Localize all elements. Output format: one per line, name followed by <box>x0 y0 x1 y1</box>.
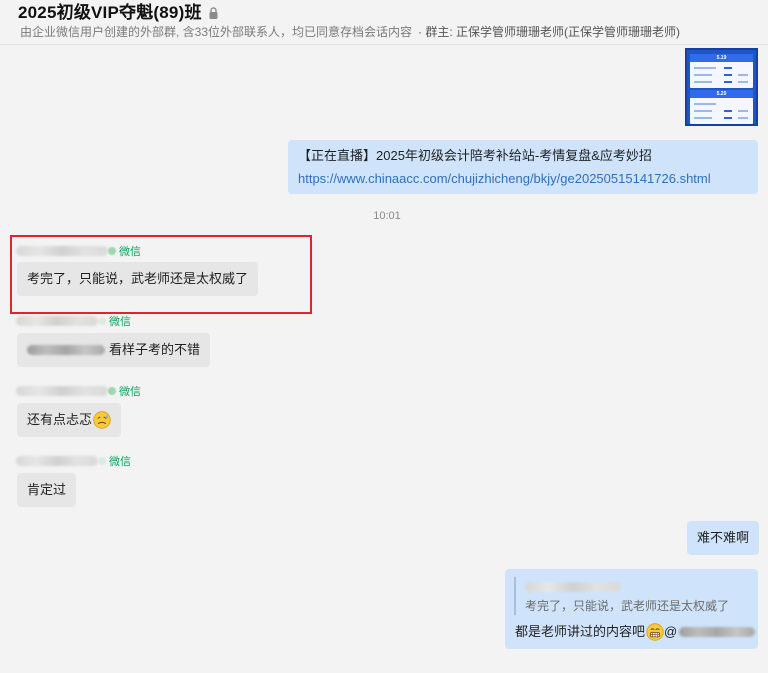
image-panel-1: 5.19 <box>690 54 753 88</box>
wechat-tag: 微信 <box>109 316 131 328</box>
quote-bar <box>514 577 516 615</box>
quote-sender-blurred <box>525 582 621 592</box>
mention-blurred <box>27 345 105 355</box>
sender-4[interactable]: 微信 <box>16 453 131 469</box>
message-bubble-2[interactable]: 看样子考的不错 <box>17 333 211 367</box>
wechat-dot-icon <box>108 247 116 255</box>
sender-name-blurred <box>16 456 98 466</box>
image-panel-2: 5.20 <box>690 90 753 124</box>
wechat-tag: 微信 <box>109 456 131 468</box>
title-row: 2025初级VIP夺魁(89)班 <box>18 0 218 23</box>
sender-3[interactable]: 微信 <box>16 383 141 399</box>
quoted-reply-message[interactable]: 考完了，只能说，武老师还是太权威了 都是老师讲过的内容吧 @ <box>505 569 758 649</box>
live-message-text: 【正在直播】2025年初级会计陪考补给站-考情复盘&应考妙招 <box>298 148 652 163</box>
mention-at: @ <box>664 624 678 639</box>
message-text-1: 考完了，只能说，武老师还是太权威了 <box>27 271 249 286</box>
message-text-3: 还有点忐忑 <box>27 412 93 427</box>
quote-sender <box>525 579 621 597</box>
message-text-2: 看样子考的不错 <box>109 342 201 357</box>
chat-subtitle: 由企业微信用户创建的外部群, 含33位外部联系人，均已同意存档会话内容 · 群主:… <box>20 23 680 40</box>
group-description: 由企业微信用户创建的外部群, 含33位外部联系人，均已同意存档会话内容 <box>20 25 413 39</box>
image-message-thumbnail[interactable]: 5.19 5.20 <box>685 48 758 126</box>
sender-name-blurred <box>16 246 108 256</box>
chat-title[interactable]: 2025初级VIP夺魁(89)班 <box>18 0 202 23</box>
wechat-dot-icon <box>98 457 106 465</box>
image-band-1: 5.19 <box>690 54 753 62</box>
sender-name-blurred <box>16 386 108 396</box>
chat-header: 2025初级VIP夺魁(89)班 由企业微信用户创建的外部群, 含33位外部联系… <box>0 0 768 45</box>
wechat-tag: 微信 <box>119 246 141 258</box>
message-bubble-4[interactable]: 肯定过 <box>17 473 77 507</box>
cold-sweat-emoji-icon <box>93 411 111 429</box>
grimace-emoji-icon <box>646 623 664 641</box>
message-bubble-5[interactable]: 难不难啊 <box>687 521 760 555</box>
message-text-5: 难不难啊 <box>697 530 750 545</box>
message-bubble-3[interactable]: 还有点忐忑 <box>17 403 122 437</box>
reply-text: 都是老师讲过的内容吧 <box>515 624 646 639</box>
message-text-4: 肯定过 <box>27 482 67 497</box>
wechat-dot-icon <box>98 317 106 325</box>
live-link-message[interactable]: 【正在直播】2025年初级会计陪考补给站-考情复盘&应考妙招 https://w… <box>288 140 758 194</box>
timestamp: 10:01 <box>373 210 401 222</box>
message-bubble-1[interactable]: 考完了，只能说，武老师还是太权威了 <box>17 262 259 296</box>
sender-2[interactable]: 微信 <box>16 313 131 329</box>
live-message-link[interactable]: https://www.chinaacc.com/chujizhicheng/b… <box>298 169 748 189</box>
image-band-2: 5.20 <box>690 90 753 98</box>
wechat-tag: 微信 <box>119 386 141 398</box>
reply-content: 都是老师讲过的内容吧 @ <box>515 621 756 643</box>
wechat-dot-icon <box>108 387 116 395</box>
lock-icon <box>209 6 218 19</box>
quoted-text: 考完了，只能说，武老师还是太权威了 <box>525 599 730 613</box>
mention-blurred <box>679 627 756 637</box>
sender-1[interactable]: 微信 <box>16 243 141 259</box>
sender-name-blurred <box>16 316 98 326</box>
group-owner[interactable]: · 群主: 正保学管师珊珊老师(正保学管师珊珊老师) <box>418 25 680 39</box>
